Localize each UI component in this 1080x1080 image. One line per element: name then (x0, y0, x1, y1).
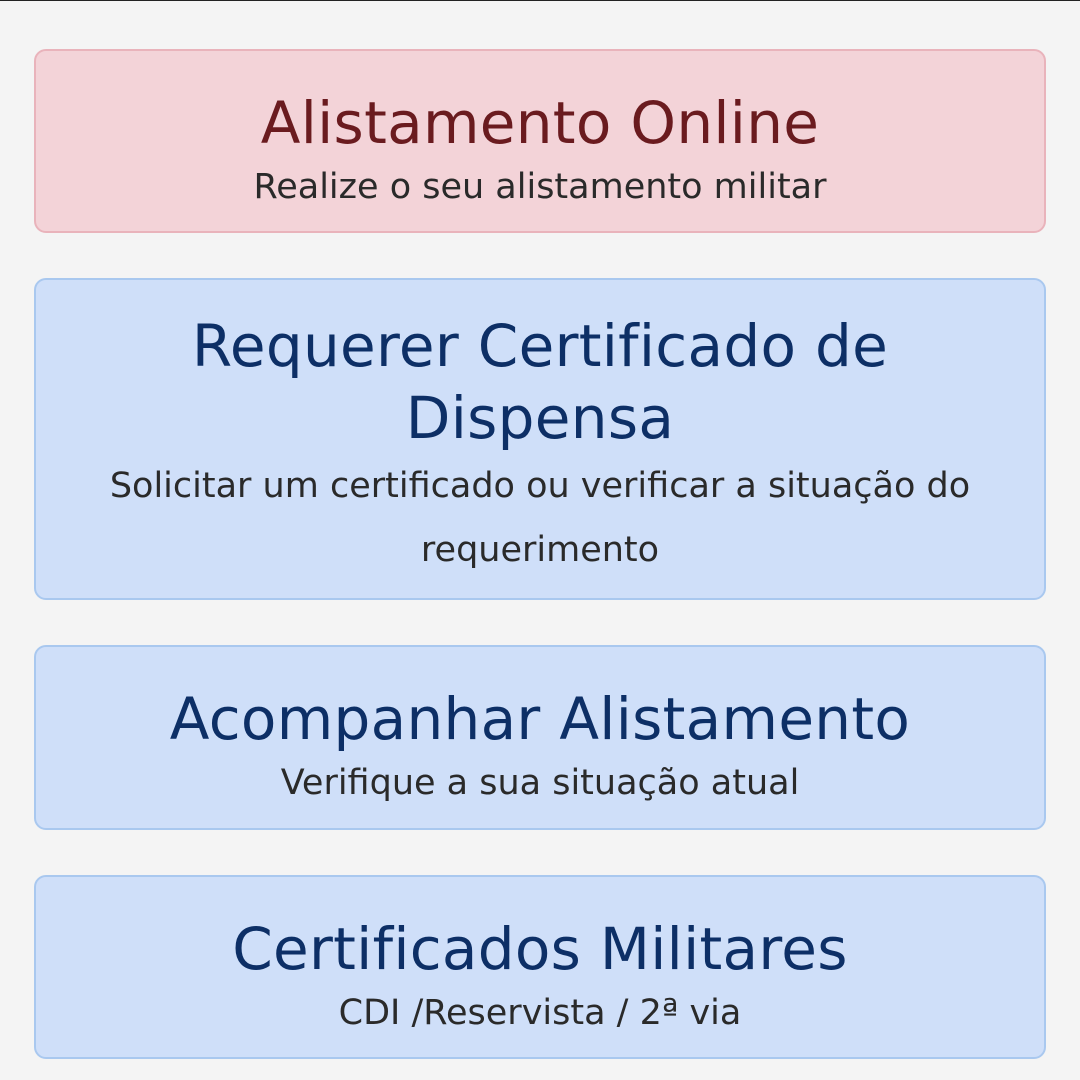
card-subtitle: Verifique a sua situação atual (280, 763, 800, 803)
requerer-certificado-dispensa-card[interactable]: Requerer Certificado de Dispensa Solicit… (34, 278, 1046, 600)
card-subtitle: Realize o seu alistamento militar (253, 167, 827, 207)
card-subtitle: Solicitar um certificado ou verificar a … (109, 466, 971, 570)
certificados-militares-card[interactable]: Certificados Militares CDI /Reservista /… (34, 875, 1046, 1059)
alistamento-online-card[interactable]: Alistamento Online Realize o seu alistam… (34, 49, 1046, 233)
card-title: Alistamento Online (260, 89, 820, 157)
card-title: Certificados Militares (232, 915, 848, 983)
card-title: Requerer Certificado de Dispensa (191, 312, 889, 452)
card-title: Acompanhar Alistamento (169, 685, 911, 753)
acompanhar-alistamento-card[interactable]: Acompanhar Alistamento Verifique a sua s… (34, 645, 1046, 830)
card-subtitle: CDI /Reservista / 2ª via (338, 993, 742, 1033)
